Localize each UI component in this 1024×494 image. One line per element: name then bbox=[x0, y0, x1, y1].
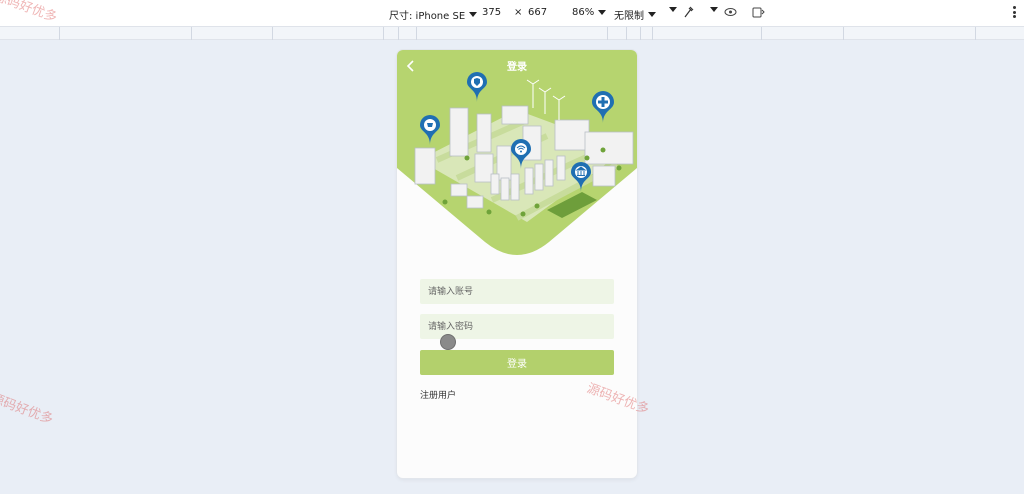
city-illustration bbox=[397, 50, 637, 255]
chevron-down-icon bbox=[648, 12, 656, 17]
chevron-down-icon bbox=[469, 12, 478, 17]
touch-cursor bbox=[440, 334, 456, 350]
device-select[interactable]: 尺寸: iPhone SE bbox=[389, 7, 478, 22]
chevron-down-icon bbox=[710, 7, 718, 12]
register-link[interactable]: 注册用户 bbox=[420, 388, 456, 401]
zoom-value: 86% bbox=[572, 7, 595, 18]
eye-icon[interactable] bbox=[724, 7, 737, 17]
rotate-icon[interactable] bbox=[752, 7, 765, 18]
media-query-ruler bbox=[0, 26, 1024, 40]
watermark: 源码好优多 bbox=[0, 391, 55, 428]
phone-viewport: 登录 登录 注册用户 bbox=[397, 50, 637, 478]
device-label: 尺寸: iPhone SE bbox=[389, 11, 466, 22]
eyedropper-menu[interactable] bbox=[710, 7, 718, 12]
throttle-select[interactable]: 无限制 bbox=[614, 7, 656, 22]
times-separator: × bbox=[514, 7, 522, 18]
zoom-select[interactable]: 86% bbox=[572, 7, 607, 18]
network-select[interactable] bbox=[669, 7, 677, 12]
more-options-icon[interactable] bbox=[1013, 6, 1016, 18]
times-sign: × bbox=[514, 7, 523, 18]
page-title: 登录 bbox=[507, 62, 527, 73]
eyedropper-icon[interactable] bbox=[683, 5, 695, 19]
width-value: 375 bbox=[482, 7, 502, 18]
device-toolbar: 尺寸: iPhone SE 375 × 667 86% 无限制 bbox=[0, 0, 1024, 26]
width-input[interactable]: 375 bbox=[482, 7, 501, 18]
chevron-down-icon bbox=[598, 10, 607, 15]
height-input[interactable]: 667 bbox=[528, 7, 547, 18]
height-value: 667 bbox=[528, 7, 548, 18]
username-input[interactable] bbox=[420, 279, 614, 304]
login-button[interactable]: 登录 bbox=[420, 350, 614, 375]
throttle-value: 无限制 bbox=[614, 11, 644, 22]
chevron-down-icon bbox=[669, 7, 677, 12]
